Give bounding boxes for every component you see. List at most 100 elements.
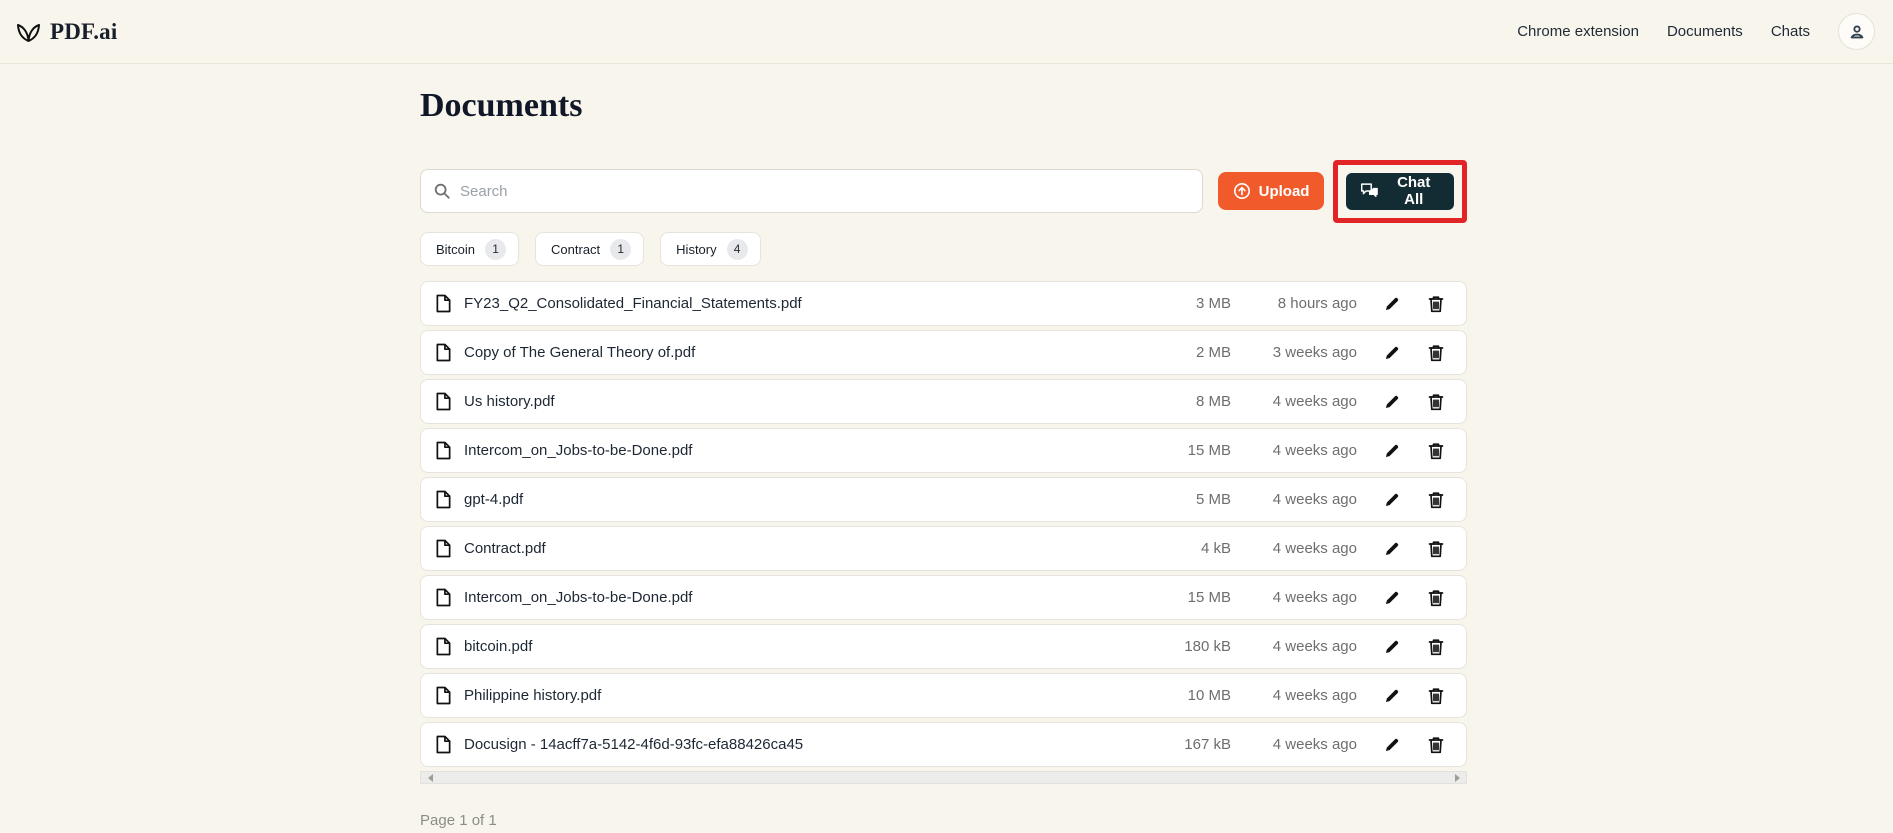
document-row[interactable]: Contract.pdf 4 kB 4 weeks ago: [420, 526, 1467, 571]
horizontal-scrollbar[interactable]: [420, 771, 1467, 784]
filter-tag[interactable]: Contract 1: [535, 232, 645, 266]
pencil-icon: [1384, 541, 1400, 557]
rename-button[interactable]: [1380, 586, 1404, 610]
document-name: Contract.pdf: [464, 540, 546, 557]
rename-button[interactable]: [1380, 390, 1404, 414]
rename-button[interactable]: [1380, 537, 1404, 561]
nav-item-chrome-extension[interactable]: Chrome extension: [1517, 23, 1639, 40]
pencil-icon: [1384, 394, 1400, 410]
trash-icon: [1428, 589, 1444, 607]
upload-button[interactable]: Upload: [1217, 172, 1325, 210]
delete-button[interactable]: [1424, 390, 1448, 414]
page-title: Documents: [420, 87, 583, 124]
row-actions: [1380, 292, 1448, 316]
scroll-right-arrow-icon[interactable]: [1450, 772, 1464, 783]
trash-icon: [1428, 736, 1444, 754]
delete-button[interactable]: [1424, 684, 1448, 708]
trash-icon: [1428, 344, 1444, 362]
document-modified: 4 weeks ago: [1272, 442, 1357, 459]
chat-bubbles-icon: [1360, 182, 1379, 200]
document-modified: 4 weeks ago: [1272, 491, 1357, 508]
chat-all-button[interactable]: Chat All: [1346, 172, 1454, 210]
pencil-icon: [1384, 443, 1400, 459]
scroll-left-arrow-icon[interactable]: [423, 772, 437, 783]
delete-button[interactable]: [1424, 733, 1448, 757]
pencil-icon: [1384, 639, 1400, 655]
document-name: gpt-4.pdf: [464, 491, 524, 508]
rename-button[interactable]: [1380, 684, 1404, 708]
documents-table: FY23_Q2_Consolidated_Financial_Statement…: [420, 281, 1467, 767]
tag-count-badge: 1: [610, 238, 632, 260]
delete-button[interactable]: [1424, 488, 1448, 512]
nav-item-documents[interactable]: Documents: [1667, 23, 1743, 40]
document-size: 5 MB: [1195, 491, 1231, 508]
row-actions: [1380, 733, 1448, 757]
top-navbar: PDF.ai Chrome extension Documents Chats: [0, 0, 1893, 64]
search-input[interactable]: [460, 182, 1190, 200]
red-highlight-box: Chat All: [1333, 159, 1467, 223]
filter-tag[interactable]: Bitcoin 1: [420, 232, 520, 266]
document-modified: 4 weeks ago: [1272, 589, 1357, 606]
document-name: Copy of The General Theory of.pdf: [464, 344, 696, 361]
document-name: Philippine history.pdf: [464, 687, 602, 704]
delete-button[interactable]: [1424, 635, 1448, 659]
trash-icon: [1428, 638, 1444, 656]
rename-button[interactable]: [1380, 635, 1404, 659]
tag-label: History: [676, 241, 717, 257]
document-name: bitcoin.pdf: [464, 638, 533, 655]
document-modified: 4 weeks ago: [1272, 687, 1357, 704]
document-size: 15 MB: [1187, 589, 1231, 606]
rename-button[interactable]: [1380, 488, 1404, 512]
document-row[interactable]: Intercom_on_Jobs-to-be-Done.pdf 15 MB 4 …: [420, 428, 1467, 473]
file-icon: [435, 735, 452, 754]
document-row[interactable]: gpt-4.pdf 5 MB 4 weeks ago: [420, 477, 1467, 522]
trash-icon: [1428, 442, 1444, 460]
document-row[interactable]: Philippine history.pdf 10 MB 4 weeks ago: [420, 673, 1467, 718]
pencil-icon: [1384, 296, 1400, 312]
pencil-icon: [1384, 737, 1400, 753]
tag-label: Bitcoin: [436, 241, 476, 257]
document-size: 8 MB: [1195, 393, 1231, 410]
brand-logo[interactable]: PDF.ai: [15, 18, 117, 45]
file-icon: [435, 637, 452, 656]
document-row[interactable]: Us history.pdf 8 MB 4 weeks ago: [420, 379, 1467, 424]
document-modified: 4 weeks ago: [1272, 638, 1357, 655]
delete-button[interactable]: [1424, 439, 1448, 463]
delete-button[interactable]: [1424, 292, 1448, 316]
document-size: 10 MB: [1187, 687, 1231, 704]
account-button[interactable]: [1838, 13, 1875, 50]
rename-button[interactable]: [1380, 439, 1404, 463]
main-content: Documents Upload: [420, 84, 1467, 829]
row-actions: [1380, 488, 1448, 512]
tag-count-badge: 4: [726, 238, 748, 260]
upload-button-label: Upload: [1258, 182, 1310, 200]
document-row[interactable]: Copy of The General Theory of.pdf 2 MB 3…: [420, 330, 1467, 375]
document-name: Us history.pdf: [464, 393, 555, 410]
document-row[interactable]: Docusign - 14acff7a-5142-4f6d-93fc-efa88…: [420, 722, 1467, 767]
trash-icon: [1428, 295, 1444, 313]
search-box: [420, 169, 1203, 213]
nav-item-chats[interactable]: Chats: [1771, 23, 1810, 40]
row-actions: [1380, 684, 1448, 708]
file-icon: [435, 490, 452, 509]
rename-button[interactable]: [1380, 292, 1404, 316]
document-modified: 8 hours ago: [1277, 295, 1357, 312]
file-icon: [435, 686, 452, 705]
document-row[interactable]: FY23_Q2_Consolidated_Financial_Statement…: [420, 281, 1467, 326]
person-icon: [1847, 22, 1867, 42]
document-row[interactable]: Intercom_on_Jobs-to-be-Done.pdf 15 MB 4 …: [420, 575, 1467, 620]
document-name: Docusign - 14acff7a-5142-4f6d-93fc-efa88…: [464, 736, 804, 753]
delete-button[interactable]: [1424, 586, 1448, 610]
document-size: 167 kB: [1184, 736, 1231, 753]
rename-button[interactable]: [1380, 341, 1404, 365]
delete-button[interactable]: [1424, 341, 1448, 365]
rename-button[interactable]: [1380, 733, 1404, 757]
trash-icon: [1428, 491, 1444, 509]
filter-tag[interactable]: History 4: [660, 232, 761, 266]
delete-button[interactable]: [1424, 537, 1448, 561]
nav-links: Chrome extension Documents Chats: [1517, 13, 1875, 50]
row-actions: [1380, 341, 1448, 365]
document-modified: 4 weeks ago: [1272, 393, 1357, 410]
row-actions: [1380, 586, 1448, 610]
document-row[interactable]: bitcoin.pdf 180 kB 4 weeks ago: [420, 624, 1467, 669]
